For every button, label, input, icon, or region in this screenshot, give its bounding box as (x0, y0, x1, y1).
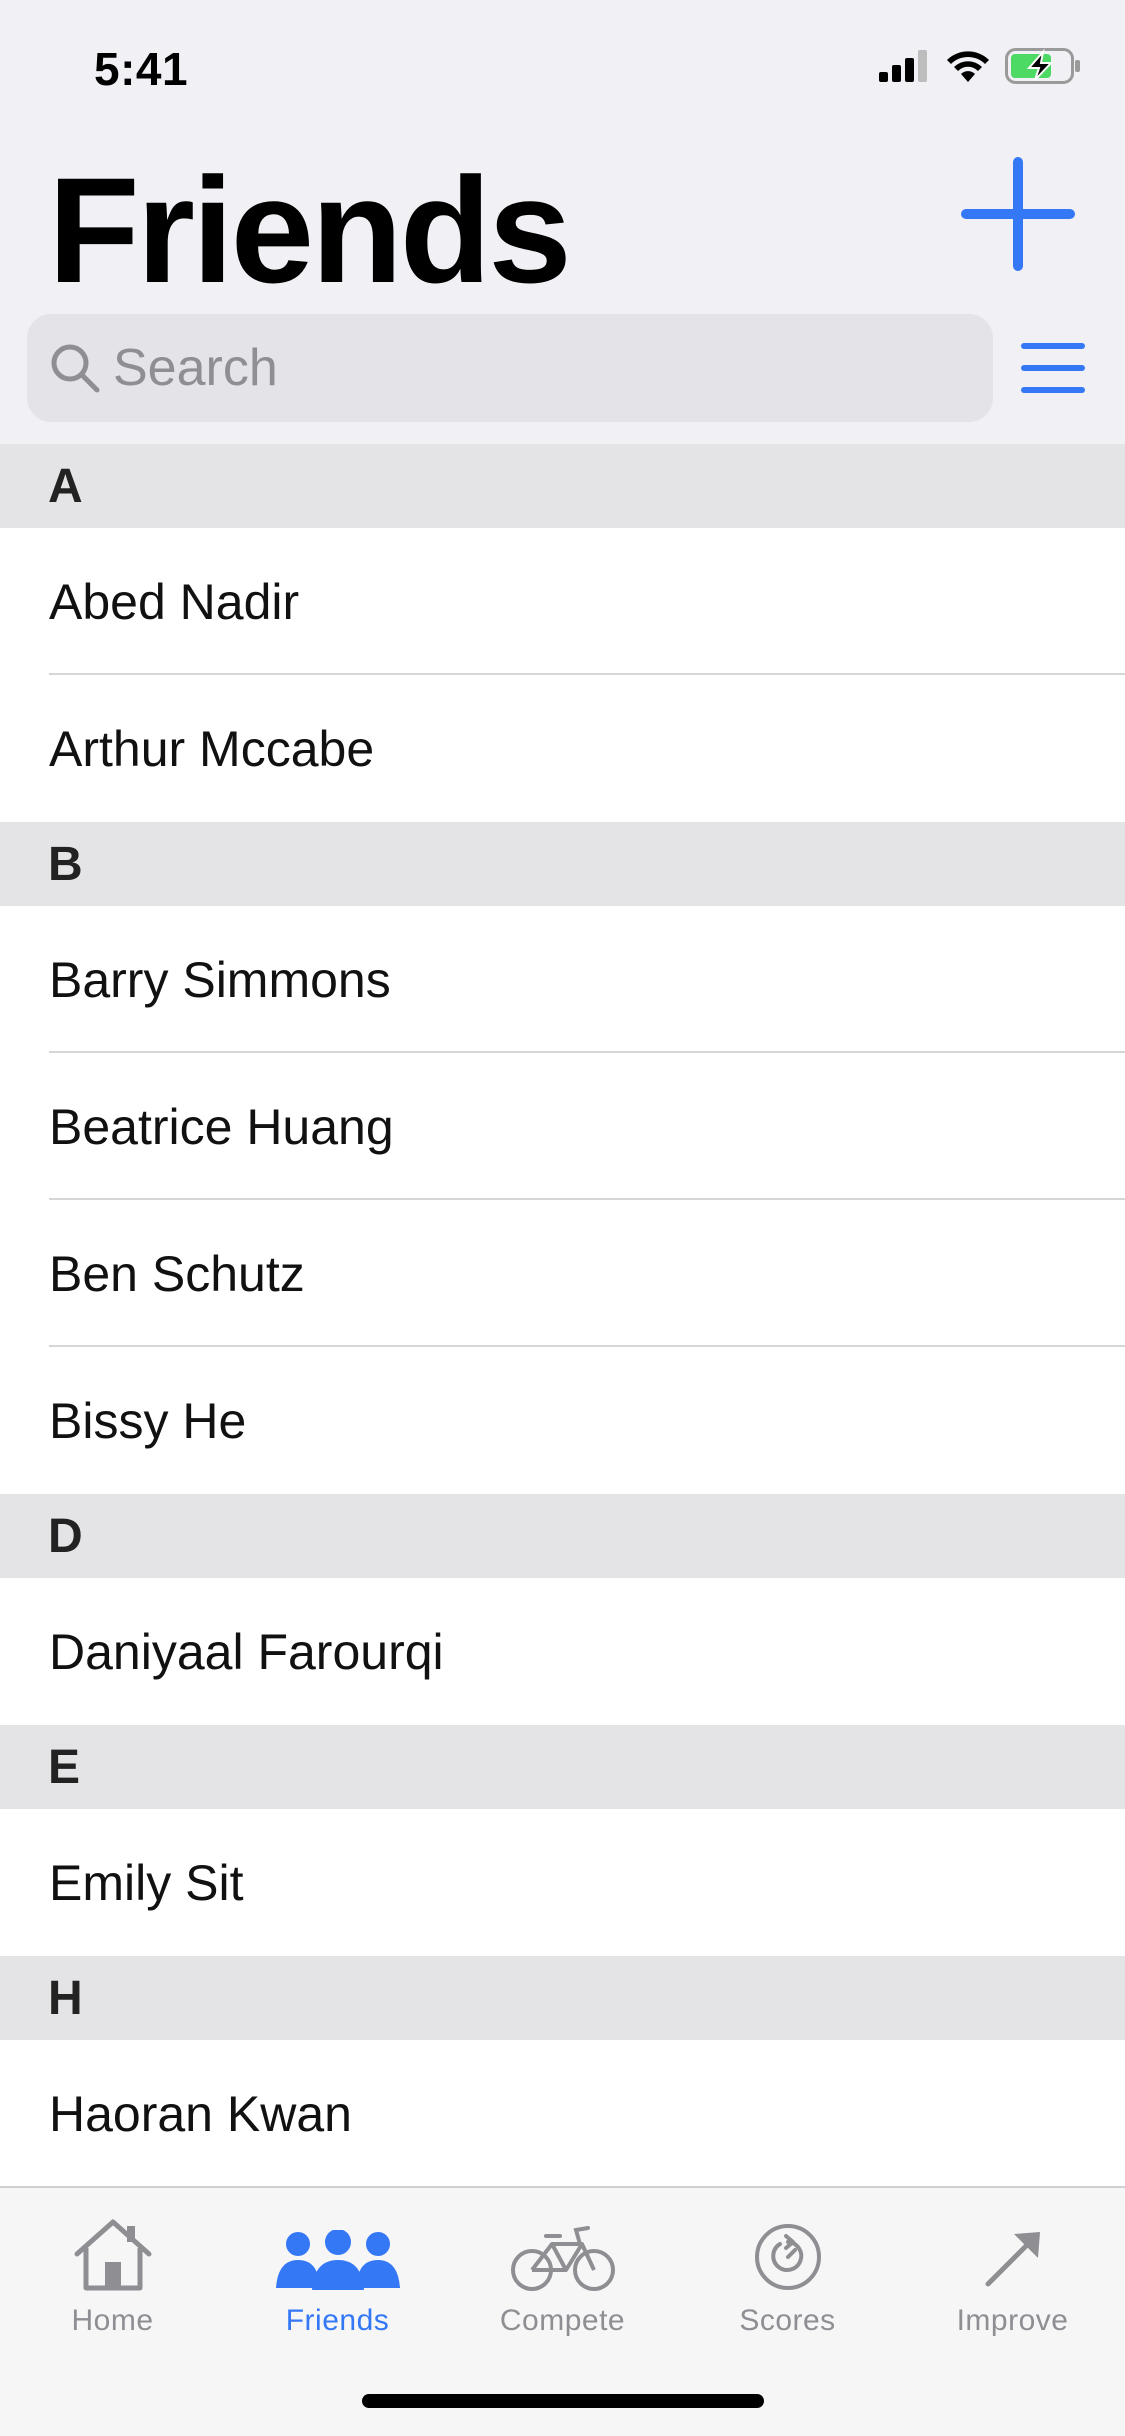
friend-row[interactable]: Beatrice Huang (0, 1053, 1125, 1200)
status-bar: 5:41 (0, 0, 1125, 132)
friend-row[interactable]: Haoran Kwan (0, 2040, 1125, 2187)
friend-row[interactable]: Barry Simmons (0, 906, 1125, 1053)
wifi-icon (947, 51, 989, 82)
tab-improve[interactable]: Improve (900, 2212, 1125, 2352)
page-title: Friends (48, 146, 572, 314)
tab-home[interactable]: Home (0, 2212, 225, 2352)
section-header-b: B (0, 822, 1125, 906)
tab-scores[interactable]: Scores (675, 2212, 900, 2352)
add-friend-button[interactable] (960, 156, 1076, 272)
section-header-d: D (0, 1494, 1125, 1578)
plus-icon (961, 157, 1075, 271)
friend-list: A Abed Nadir Arthur Mccabe B Barry Simmo… (0, 444, 1125, 2187)
friend-row[interactable]: Emily Sit (0, 1809, 1125, 1956)
friend-row[interactable]: Arthur Mccabe (0, 675, 1125, 822)
home-indicator[interactable] (362, 2394, 764, 2408)
search-icon (51, 344, 100, 393)
section-header-h: H (0, 1956, 1125, 2040)
friend-row[interactable]: Abed Nadir (0, 528, 1125, 675)
tab-label: Home (71, 2304, 154, 2337)
people-icon (275, 2230, 400, 2290)
tab-label: Friends (285, 2304, 390, 2337)
friend-row[interactable]: Ben Schutz (0, 1200, 1125, 1347)
tab-label: Compete (499, 2304, 626, 2337)
status-icons (879, 48, 1083, 84)
search-row (0, 314, 1125, 424)
header: Friends (0, 132, 1125, 314)
hamburger-menu-icon (1021, 343, 1085, 393)
search-input[interactable] (113, 338, 933, 398)
house-icon (74, 2219, 151, 2291)
rewind-circle-icon (754, 2224, 821, 2290)
friend-row[interactable]: Bissy He (0, 1347, 1125, 1494)
cellular-signal-icon (879, 50, 927, 82)
filter-menu-button[interactable] (1020, 338, 1086, 398)
tab-friends[interactable]: Friends (225, 2212, 450, 2352)
status-time: 5:41 (94, 43, 189, 95)
section-header-e: E (0, 1725, 1125, 1809)
section-header-a: A (0, 444, 1125, 528)
search-bar[interactable] (27, 314, 993, 422)
battery-charging-icon (1005, 48, 1080, 84)
friend-row[interactable]: Daniyaal Farourqi (0, 1578, 1125, 1725)
tab-compete[interactable]: Compete (450, 2212, 675, 2352)
tab-label: Improve (956, 2304, 1069, 2337)
arrow-up-right-icon (985, 2232, 1040, 2287)
tab-label: Scores (739, 2304, 836, 2337)
bicycle-icon (510, 2226, 615, 2291)
